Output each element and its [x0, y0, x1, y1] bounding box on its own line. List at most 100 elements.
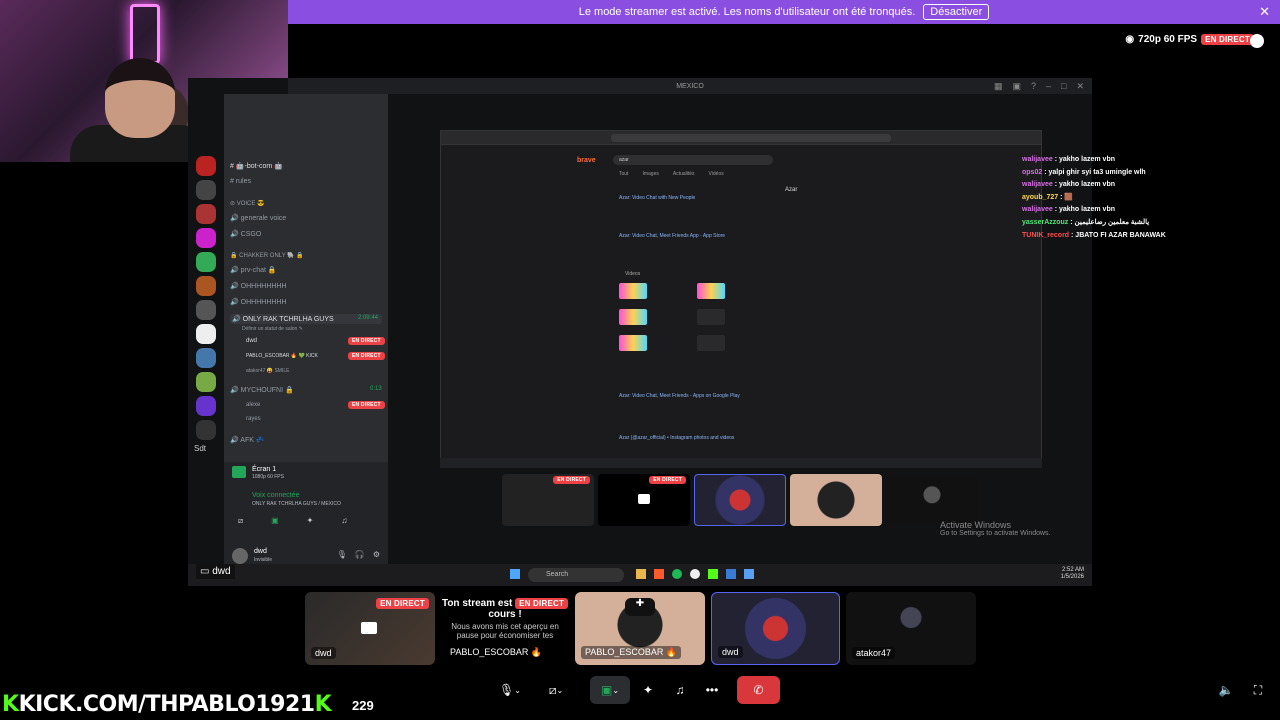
close-icon[interactable]: ✕: [1259, 4, 1270, 20]
channel-generale-voice[interactable]: 🔊 generale voice: [230, 214, 286, 222]
invite-icon[interactable]: ✚: [625, 598, 655, 616]
microphone-button[interactable]: 🎙 ⌄: [490, 676, 530, 704]
stage-thumb[interactable]: [886, 474, 978, 526]
channel-only-rak[interactable]: 🔊 ONLY RAK TCHRLHA GUYS 2:09:44: [230, 314, 382, 324]
soundboard-icon: ♫: [675, 683, 685, 697]
channel-csgo[interactable]: 🔊 CSGO: [230, 230, 261, 238]
search-result[interactable]: Azar: Video Chat, Meet Friends App - App…: [619, 233, 725, 239]
spotify-icon[interactable]: [672, 569, 682, 579]
pin-icon[interactable]: ▦: [994, 81, 1003, 92]
tab-all[interactable]: Tout: [619, 171, 628, 177]
steam-icon[interactable]: [726, 569, 736, 579]
brave-icon[interactable]: [654, 569, 664, 579]
voice-channel-path[interactable]: ONLY RAK TCHRLHA GUYS / MEXICO: [252, 501, 341, 507]
volume-button[interactable]: 🔈: [1216, 676, 1236, 704]
disable-streamer-mode-button[interactable]: Désactiver: [923, 4, 990, 20]
category-voice[interactable]: ⊘ VOICE 😎: [230, 200, 265, 207]
clock[interactable]: 2:52 AM 1/5/2026: [1061, 567, 1084, 581]
channel-bot-com[interactable]: # 🤖-bot-com 🤖: [230, 162, 283, 170]
soundboard-button[interactable]: ♫: [668, 676, 692, 704]
channel-prv-chat[interactable]: 🔊 prv-chat 🔒: [230, 266, 277, 274]
channel-rules[interactable]: # rules: [230, 178, 251, 185]
disconnect-button[interactable]: ✆: [737, 676, 780, 704]
video-thumbnail[interactable]: [619, 283, 647, 299]
server-icon[interactable]: [196, 156, 216, 176]
search-result[interactable]: Azar: Video Chat, Meet Friends - Apps on…: [619, 393, 740, 399]
server-icon[interactable]: [196, 420, 216, 440]
stage-thumb[interactable]: [694, 474, 786, 526]
avatar[interactable]: [232, 548, 248, 564]
activities-button[interactable]: ✦: [636, 676, 660, 704]
app-icon[interactable]: [744, 569, 754, 579]
gear-icon[interactable]: ⚙: [373, 550, 380, 559]
microphone-icon[interactable]: 🎙: [337, 550, 347, 559]
video-thumbnail[interactable]: [619, 335, 647, 351]
video-thumbnail[interactable]: [697, 309, 725, 325]
address-bar[interactable]: [611, 134, 891, 142]
channel-status[interactable]: Définir un statut de salon ✎: [242, 326, 303, 332]
chevron-down-icon[interactable]: ⌄: [612, 686, 619, 695]
search-result[interactable]: Azar: Video Chat with New People: [619, 195, 695, 201]
member-atakor[interactable]: atakor47 😝 SMILE: [246, 368, 289, 374]
app-icon[interactable]: [708, 569, 718, 579]
activities-icon: ✦: [642, 683, 654, 697]
server-icon[interactable]: [196, 324, 216, 344]
soundboard-icon[interactable]: ♫: [341, 516, 347, 526]
member-rayes[interactable]: rayes: [246, 416, 261, 422]
minimize-icon[interactable]: –: [1046, 81, 1051, 91]
camera-button[interactable]: ⧄ ⌄: [536, 676, 576, 704]
windows-start-icon[interactable]: [510, 569, 520, 579]
chat-bubble-icon[interactable]: [1250, 34, 1264, 48]
search-result[interactable]: Azar (@azar_official) • Instagram photos…: [619, 435, 734, 441]
share-screen-button[interactable]: ▣ ⌄: [590, 676, 630, 704]
tab-images[interactable]: Images: [642, 171, 658, 177]
server-icon[interactable]: [196, 372, 216, 392]
own-stream-title2: cours !: [488, 609, 522, 620]
inbox-icon[interactable]: ▣: [1012, 81, 1021, 92]
member-pablo[interactable]: PABLO_ESCOBAR 🔥 💚 KICK: [246, 353, 318, 359]
share-screen-icon[interactable]: ▣: [271, 516, 279, 526]
server-icon[interactable]: [196, 180, 216, 200]
chevron-down-icon[interactable]: ⌄: [514, 686, 521, 695]
tab-videos[interactable]: Vidéos: [709, 171, 724, 177]
activities-icon[interactable]: ✦: [307, 516, 314, 526]
channel-afk[interactable]: 🔊 AFK 💤: [230, 436, 265, 444]
channel-ohhh-1[interactable]: 🔊 OHHHHHHHH: [230, 282, 287, 290]
tab-news[interactable]: Actualités: [673, 171, 695, 177]
participant-tile[interactable]: EN DIRECT dwd: [305, 592, 435, 665]
stage-thumb[interactable]: [790, 474, 882, 526]
server-icon[interactable]: [196, 300, 216, 320]
obs-icon[interactable]: [690, 569, 700, 579]
participant-tile[interactable]: atakor47: [846, 592, 976, 665]
server-icon[interactable]: [196, 276, 216, 296]
headphones-icon[interactable]: 🎧: [355, 550, 365, 559]
maximize-icon[interactable]: □: [1061, 81, 1066, 91]
chevron-down-icon[interactable]: ⌄: [556, 686, 563, 695]
search-input[interactable]: azar: [613, 155, 773, 165]
video-thumbnail[interactable]: [619, 309, 647, 325]
fullscreen-button[interactable]: ⛶: [1248, 676, 1268, 704]
channel-mychoufni[interactable]: 🔊 MYCHOUFNI 🔒: [230, 386, 294, 394]
channel-ohhh-2[interactable]: 🔊 OHHHHHHHH: [230, 298, 287, 306]
participant-tile-own-stream[interactable]: Ton stream est EN DIRECT cours ! Nous av…: [440, 592, 570, 665]
server-icon[interactable]: [196, 348, 216, 368]
video-thumbnail[interactable]: [697, 335, 725, 351]
folder-icon[interactable]: [636, 569, 646, 579]
member-dwd[interactable]: dwd: [246, 338, 257, 344]
more-button[interactable]: •••: [700, 676, 724, 704]
camera-off-icon[interactable]: ⧄: [238, 516, 243, 526]
stage-thumb[interactable]: EN DIRECT: [502, 474, 594, 526]
close-window-icon[interactable]: ✕: [1076, 81, 1084, 92]
stage-thumb[interactable]: EN DIRECT: [598, 474, 690, 526]
server-icon[interactable]: [196, 228, 216, 248]
member-alexe[interactable]: alexe: [246, 402, 260, 408]
video-thumbnail[interactable]: [697, 283, 725, 299]
server-icon[interactable]: [196, 204, 216, 224]
category-chakker-only[interactable]: 🔒 CHAKKER ONLY 🐘 🔒: [230, 252, 304, 259]
server-icon[interactable]: [196, 396, 216, 416]
participant-tile[interactable]: dwd: [711, 592, 840, 665]
server-icon[interactable]: [196, 252, 216, 272]
help-icon[interactable]: ?: [1031, 81, 1036, 91]
participant-tile[interactable]: ✚ PABLO_ESCOBAR 🔥: [575, 592, 705, 665]
taskbar-search[interactable]: Search: [528, 568, 624, 582]
